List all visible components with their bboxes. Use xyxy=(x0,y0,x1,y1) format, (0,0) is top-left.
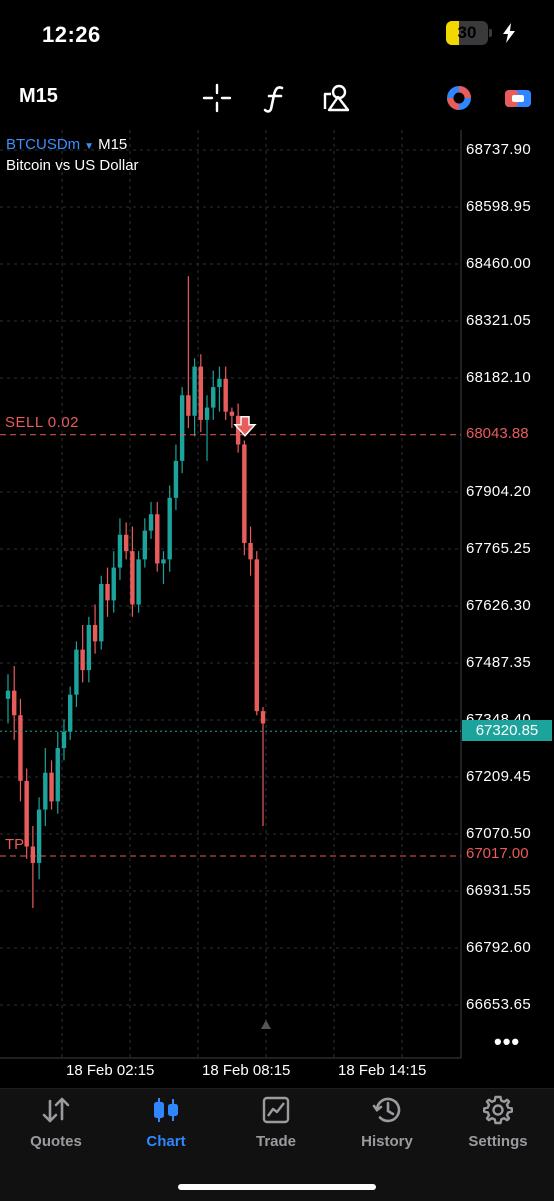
objects-icon[interactable] xyxy=(320,82,352,114)
candle-body xyxy=(36,809,42,863)
candle-body xyxy=(136,559,141,605)
price-axis-label: 68182.10 xyxy=(466,369,531,386)
candle-body xyxy=(260,711,266,724)
candle-body xyxy=(43,772,48,810)
chart-symbol-header: BTCUSDm ▼ M15 xyxy=(6,136,127,153)
price-axis-label: 67904.20 xyxy=(466,483,531,500)
time-label: 18 Feb 14:15 xyxy=(338,1062,427,1079)
sell-order-price: 68043.88 xyxy=(466,425,529,442)
price-axis-label: 67765.25 xyxy=(466,540,531,557)
price-axis-label: 66653.65 xyxy=(466,996,531,1013)
indicators-icon[interactable] xyxy=(260,82,292,114)
price-axis-label: 68321.05 xyxy=(466,312,531,329)
quotes-icon xyxy=(42,1097,70,1123)
tab-history[interactable]: History xyxy=(332,1089,442,1159)
price-axis-label: 68598.95 xyxy=(466,198,531,215)
candle-body xyxy=(74,649,79,695)
battery-icon: 30 xyxy=(446,21,492,45)
symbol-dropdown-icon[interactable]: ▼ xyxy=(84,141,94,152)
candle-body xyxy=(86,624,92,671)
account-switch-icon[interactable] xyxy=(502,82,534,114)
candle-body xyxy=(229,411,235,416)
home-indicator xyxy=(178,1184,376,1190)
price-axis-label: 68460.00 xyxy=(466,255,531,272)
candle-body xyxy=(179,395,185,461)
candle-body xyxy=(80,649,85,671)
candle-body xyxy=(105,583,110,601)
scroll-marker-icon xyxy=(261,1020,271,1029)
tab-label: Chart xyxy=(146,1133,186,1150)
candle-body xyxy=(217,378,222,388)
status-bar: 12:26 30 xyxy=(0,0,554,70)
candle-body xyxy=(155,514,160,564)
price-axis-label: 68737.90 xyxy=(466,141,531,158)
tab-quotes[interactable]: Quotes xyxy=(1,1089,111,1159)
price-axis-label: 66792.60 xyxy=(466,939,531,956)
time-label: 18 Feb 02:15 xyxy=(66,1062,155,1079)
candle-body xyxy=(142,530,148,560)
candle-body xyxy=(18,715,23,781)
crosshair-icon[interactable] xyxy=(201,82,233,114)
candle-body xyxy=(67,694,73,732)
candle-body xyxy=(30,846,36,863)
candle-body xyxy=(5,690,11,699)
take-profit-label[interactable]: TP xyxy=(5,836,24,853)
history-icon xyxy=(372,1097,401,1123)
timeframe-button[interactable]: M15 xyxy=(19,85,58,108)
take-profit-price: 67017.00 xyxy=(466,845,529,862)
candle-body xyxy=(130,551,135,605)
candle-body xyxy=(211,387,216,408)
candle-body xyxy=(192,366,197,416)
price-axis-label: 66931.55 xyxy=(466,882,531,899)
settings-icon xyxy=(483,1095,513,1125)
symbol-description: Bitcoin vs US Dollar xyxy=(6,157,139,174)
candle-body xyxy=(198,366,204,420)
status-time: 12:26 xyxy=(42,22,101,47)
battery-level: 30 xyxy=(457,23,477,42)
candle-body xyxy=(242,444,247,543)
candle-body xyxy=(61,731,67,749)
time-label: 18 Feb 08:15 xyxy=(202,1062,291,1079)
candle-body xyxy=(12,690,17,716)
current-price-badge: 67320.85 xyxy=(462,720,552,741)
chart-timeframe: M15 xyxy=(98,136,128,153)
tab-trade[interactable]: Trade xyxy=(221,1089,331,1159)
chart-icon xyxy=(154,1098,178,1122)
tab-label: Settings xyxy=(468,1133,528,1150)
candle-body xyxy=(173,460,179,498)
candle-body xyxy=(117,534,123,568)
bottom-tab-bar: Quotes Chart Trade History Settings xyxy=(0,1088,554,1201)
trade-icon xyxy=(262,1096,290,1124)
one-click-trading-icon[interactable] xyxy=(443,82,475,114)
tab-label: History xyxy=(361,1133,413,1150)
tab-label: Trade xyxy=(255,1133,297,1150)
candle-body xyxy=(204,407,210,420)
candle-body xyxy=(248,542,253,560)
tab-settings[interactable]: Settings xyxy=(443,1089,553,1159)
candle-body xyxy=(223,378,228,412)
candle-body xyxy=(161,559,166,564)
chart-toolbar: M15 xyxy=(0,76,554,120)
price-axis-label: 67487.35 xyxy=(466,654,531,671)
sell-order-label[interactable]: SELL 0.02 xyxy=(5,414,79,431)
candle-body xyxy=(49,772,54,802)
price-axis-label: 67070.50 xyxy=(466,825,531,842)
candle-body xyxy=(92,624,98,642)
tab-chart[interactable]: Chart xyxy=(111,1089,221,1159)
more-options-icon[interactable]: ••• xyxy=(494,1029,520,1055)
tab-label: Quotes xyxy=(30,1133,82,1150)
charging-bolt-icon xyxy=(503,23,515,43)
candle-body xyxy=(55,748,60,802)
candle-body xyxy=(148,514,154,531)
candle-body xyxy=(254,559,259,712)
candle-body xyxy=(99,583,104,642)
candle-body xyxy=(24,780,29,847)
candle-body xyxy=(186,395,191,416)
symbol-name[interactable]: BTCUSDm xyxy=(6,136,80,153)
price-axis-label: 67626.30 xyxy=(466,597,531,614)
candle-body xyxy=(123,534,129,552)
candle-body xyxy=(111,567,116,601)
price-axis-label: 67209.45 xyxy=(466,768,531,785)
candle-body xyxy=(167,497,172,560)
